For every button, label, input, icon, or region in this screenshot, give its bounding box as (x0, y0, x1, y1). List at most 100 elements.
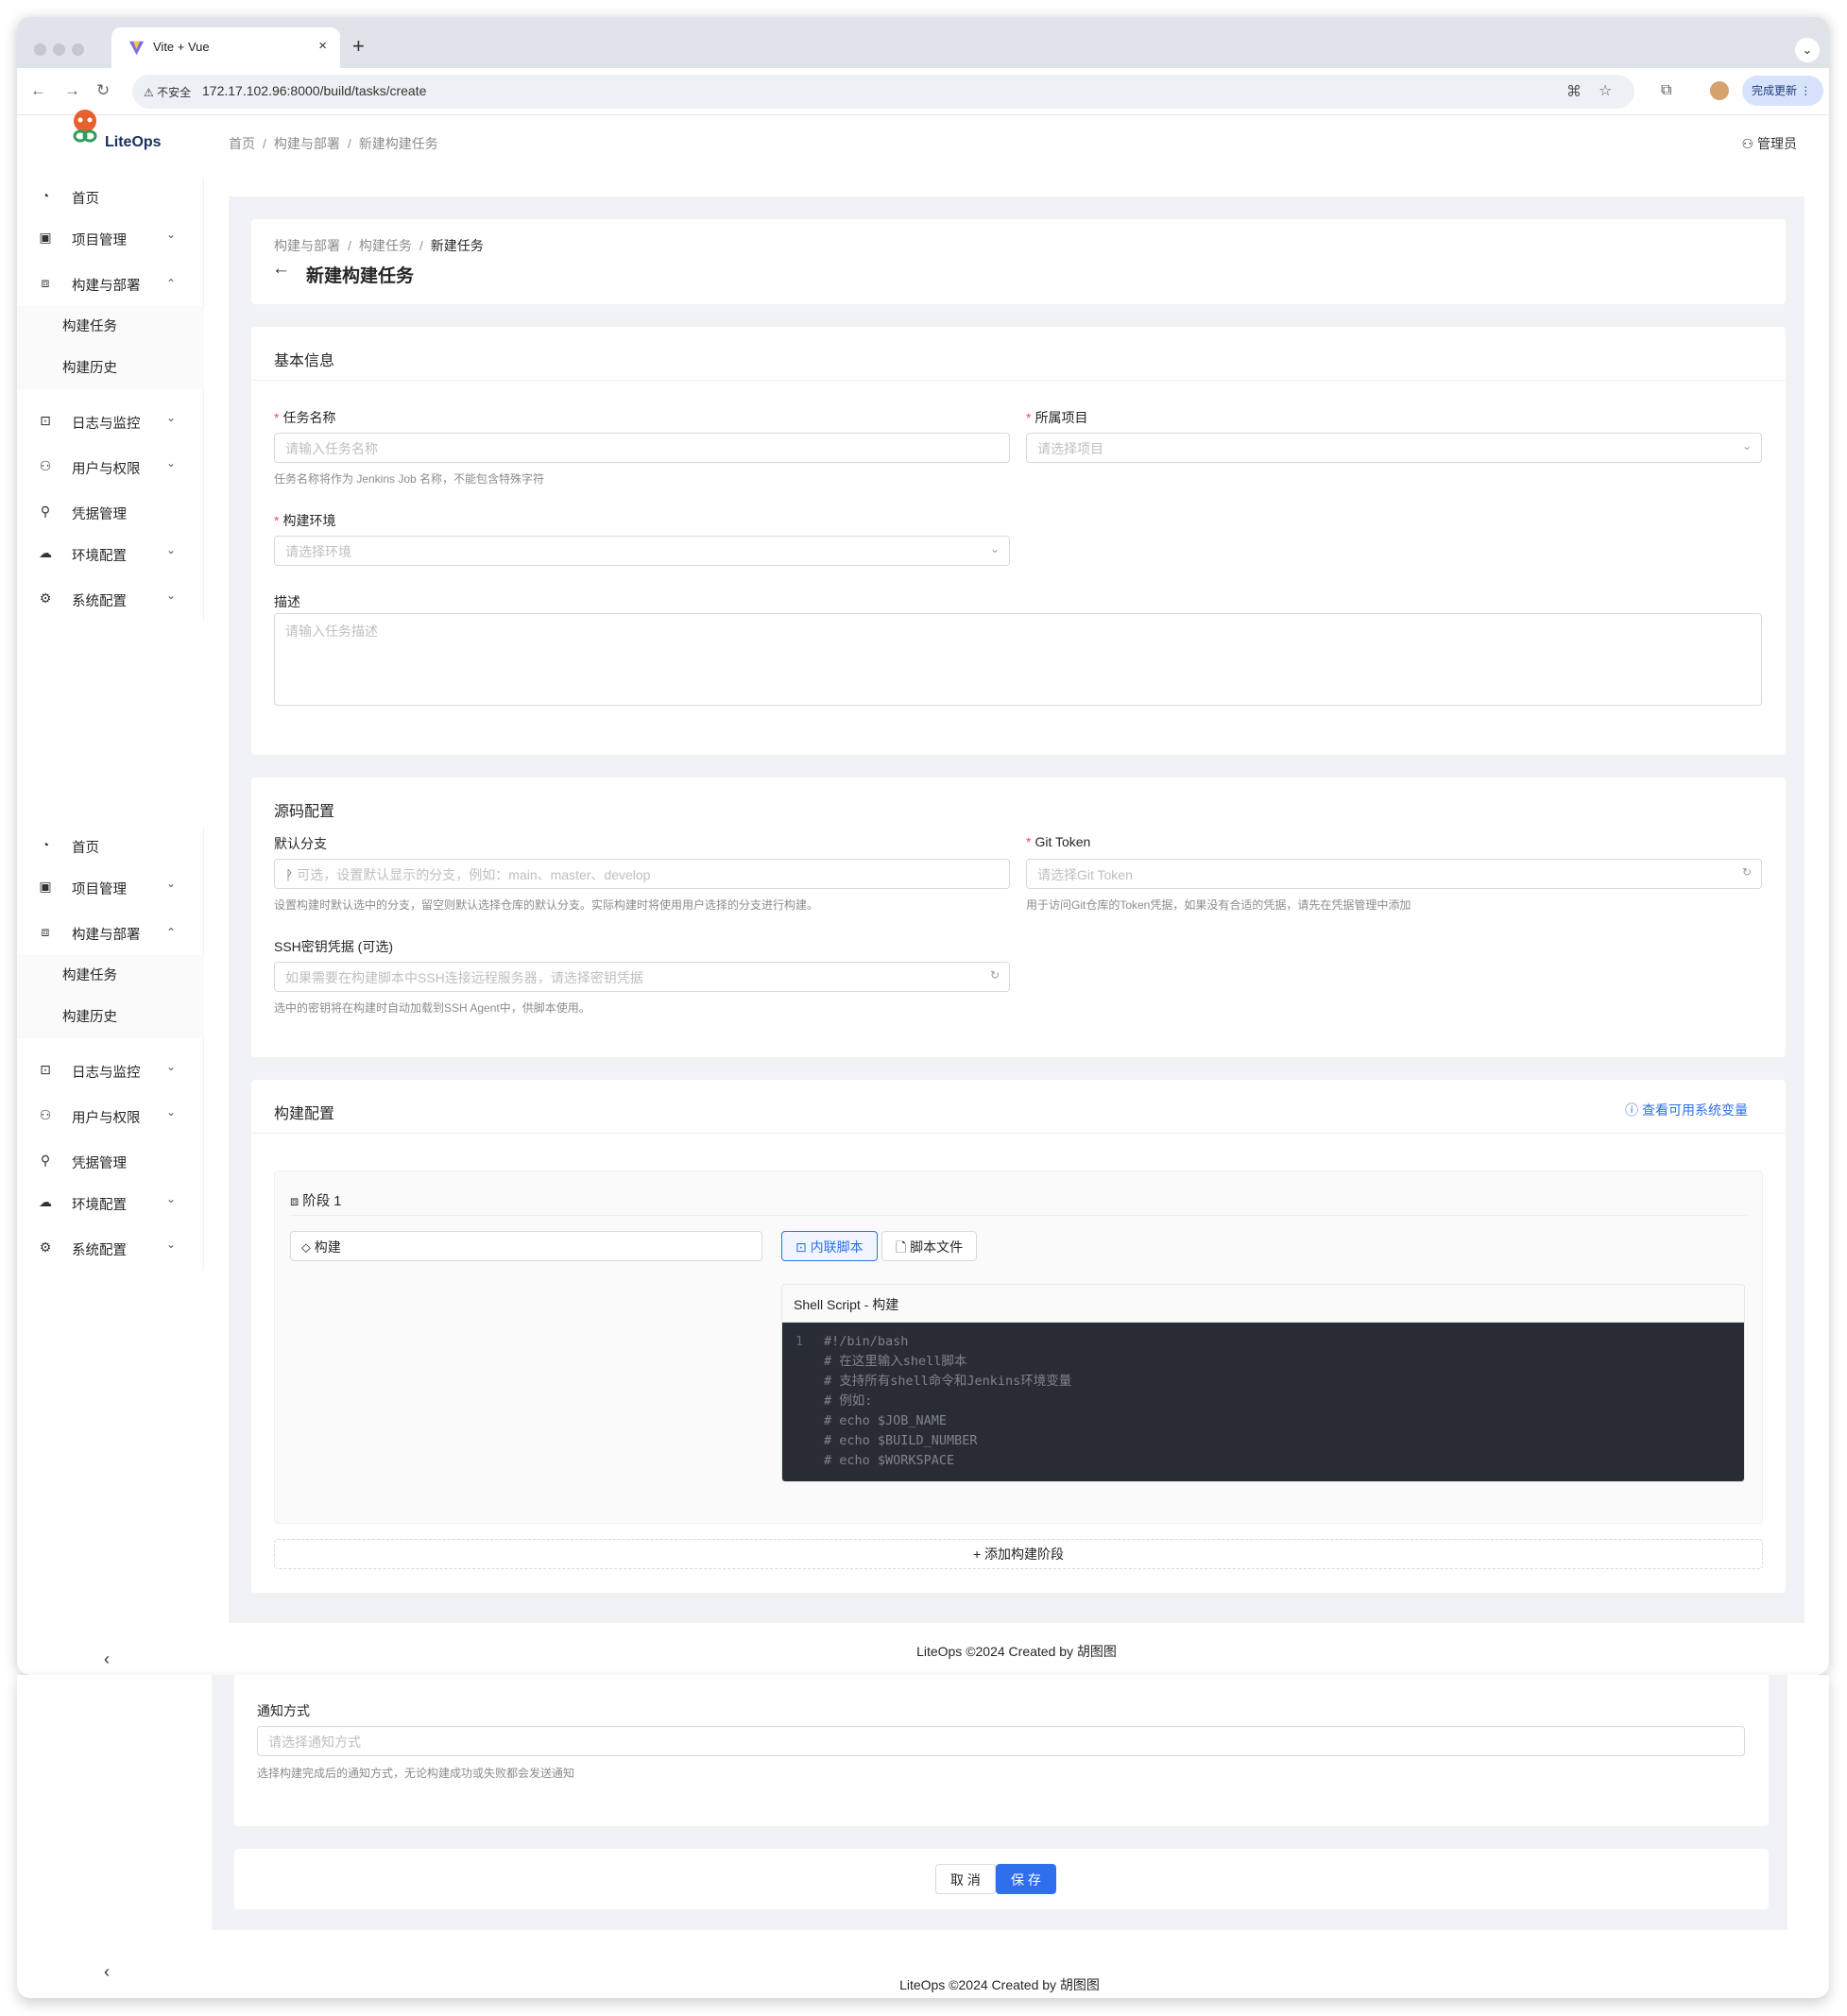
user-menu[interactable]: ⚇ 管理员 (1742, 134, 1797, 153)
tab-search-icon[interactable]: ⌄ (1795, 38, 1820, 62)
code-line: # 支持所有shell命令和Jenkins环境变量 (824, 1374, 1072, 1389)
refresh-icon[interactable]: ↻ (990, 968, 1000, 982)
bookmark-star-icon[interactable]: ☆ (1599, 81, 1612, 100)
back-arrow-icon[interactable]: ← (272, 259, 290, 280)
sidebar-item-environments[interactable]: ☁ 环境配置 ⌄ (17, 535, 204, 572)
script-file-radio[interactable]: 🗋 脚本文件 (881, 1231, 978, 1261)
stage-header: ⧈ 阶段 1 (290, 1194, 342, 1209)
new-tab-button[interactable]: + (352, 34, 365, 59)
project-select[interactable]: 请选择项目 ⌄ (1026, 433, 1762, 463)
plus-icon: + (972, 1546, 985, 1562)
inline-script-radio[interactable]: ⊡ 内联脚本 (781, 1231, 878, 1261)
sidebar-item-build-tasks[interactable]: 构建任务 (62, 965, 117, 984)
cloud-icon: ☁ (39, 545, 52, 560)
branch-icon: ᚹ (285, 867, 298, 882)
sidebar-item-users[interactable]: ⚇ 用户与权限 ⌄ (17, 1097, 204, 1135)
sidebar-item-build-tasks[interactable]: 构建任务 (62, 316, 117, 335)
action-bar: 取 消 保 存 (234, 1849, 1769, 1909)
chevron-down-icon: ⌄ (166, 411, 177, 424)
build-icon: ⧈ (41, 924, 50, 939)
gear-icon: ⚙ (39, 1239, 52, 1255)
sidebar-item-build-history[interactable]: 构建历史 (62, 357, 117, 377)
sidebar-item-credentials[interactable]: ⚲ 凭据管理 (17, 493, 204, 531)
sidebar-item-home[interactable]: ◔ 首页 (17, 178, 204, 215)
script-editor[interactable]: Shell Script - 构建 1 #!/bin/bash # 在这里输入sh… (781, 1284, 1745, 1482)
branch-label: 默认分支 (274, 836, 327, 851)
profile-avatar-icon[interactable] (1710, 81, 1729, 100)
sidebar-item-build-deploy[interactable]: ⧈ 构建与部署 ⌃ (17, 914, 204, 951)
forward-icon[interactable]: → (64, 81, 80, 100)
sidebar-collapse-icon[interactable]: ‹ (104, 1962, 110, 1982)
basic-info-title: 基本信息 (274, 353, 335, 369)
project-label: * 所属项目 (1026, 410, 1088, 425)
url-text[interactable]: 172.17.102.96:8000/build/tasks/create (202, 83, 426, 98)
chevron-down-icon: ⌄ (166, 1238, 177, 1251)
breadcrumb-build-tasks[interactable]: 构建任务 (359, 238, 412, 253)
breadcrumb-build-deploy[interactable]: 构建与部署 (274, 238, 340, 253)
stage-panel: ⧈ 阶段 1 ⬦ 构建 ⊡ 内联脚本 🗋 脚本文件 Shell Script -… (274, 1170, 1763, 1524)
desc-textarea[interactable]: 请输入任务描述 (274, 613, 1762, 706)
gear-icon: ⚙ (39, 590, 52, 606)
refresh-icon[interactable]: ↻ (1742, 865, 1752, 879)
ssh-credential-select[interactable]: 如果需要在构建脚本中SSH连接远程服务器，请选择密钥凭据 ↻ (274, 962, 1010, 992)
branch-help: 设置构建时默认选中的分支，留空则默认选择仓库的默认分支。实际构建时将使用用户选择… (274, 898, 819, 912)
code-area[interactable]: 1 #!/bin/bash # 在这里输入shell脚本 # 支持所有shell命… (782, 1323, 1744, 1481)
chevron-down-icon: ⌄ (166, 228, 177, 241)
basic-info-card: 基本信息 * 任务名称 请输入任务名称 任务名称将作为 Jenkins Job 名… (251, 327, 1786, 755)
sidebar-item-logs[interactable]: ⊡ 日志与监控 ⌄ (17, 1051, 204, 1089)
sidebar-item-build-deploy[interactable]: ⧈ 构建与部署 ⌃ (17, 265, 204, 302)
extensions-icon[interactable]: ⧉ (1661, 82, 1671, 99)
insecure-indicator[interactable]: ⚠ 不安全 (144, 84, 191, 100)
page-title: 新建构建任务 (306, 266, 415, 286)
env-select[interactable]: 请选择环境 ⌄ (274, 536, 1010, 566)
tab-close-icon[interactable]: × (318, 38, 327, 54)
reload-icon[interactable]: ↻ (96, 81, 110, 100)
page-header-card: 构建与部署 / 构建任务 / 新建任务 ← 新建构建任务 (251, 219, 1786, 304)
sidebar-item-projects[interactable]: ▣ 项目管理 ⌄ (17, 868, 204, 906)
translate-icon[interactable]: ⌘ (1566, 82, 1582, 101)
branch-input[interactable]: ᚹ 可选，设置默认显示的分支，例如：main、master、develop (274, 859, 1010, 889)
add-stage-button[interactable]: + 添加构建阶段 (274, 1539, 1763, 1569)
sidebar-item-build-history[interactable]: 构建历史 (62, 1006, 117, 1026)
address-toolbar: ← → ↻ ⚠ 不安全 172.17.102.96:8000/build/tas… (17, 68, 1829, 115)
sidebar-item-logs[interactable]: ⊡ 日志与监控 ⌄ (17, 402, 204, 440)
back-icon[interactable]: ← (30, 81, 46, 100)
sidebar-item-projects[interactable]: ▣ 项目管理 ⌄ (17, 219, 204, 257)
sidebar-item-users[interactable]: ⚇ 用户与权限 ⌄ (17, 448, 204, 486)
chevron-up-icon: ⌃ (166, 926, 177, 939)
chevron-down-icon: ⌄ (1741, 439, 1752, 453)
stage-name-input[interactable]: ⬦ 构建 (290, 1231, 762, 1261)
address-bar[interactable]: ⚠ 不安全 172.17.102.96:8000/build/tasks/cre… (132, 75, 1634, 109)
key-icon: ⚲ (40, 1153, 51, 1168)
close-window-icon[interactable] (34, 43, 46, 56)
git-token-select[interactable]: 请选择Git Token ↻ (1026, 859, 1762, 889)
ssh-help: 选中的密钥将在构建时自动加载到SSH Agent中，供脚本使用。 (274, 1001, 590, 1015)
browser-tab[interactable]: Vite + Vue × (111, 27, 340, 68)
editor-title: Shell Script - 构建 (782, 1285, 1744, 1323)
code-icon: ⊡ (795, 1239, 811, 1255)
breadcrumb-build-deploy[interactable]: 构建与部署 (274, 136, 340, 151)
sidebar-item-home[interactable]: ◔ 首页 (17, 827, 204, 864)
save-button[interactable]: 保 存 (996, 1864, 1056, 1894)
chevron-down-icon: ⌄ (166, 1105, 177, 1119)
chevron-down-icon: ⌄ (166, 543, 177, 556)
build-config-card: 构建配置 ⓘ 查看可用系统变量 ⧈ 阶段 1 ⬦ 构建 ⊡ 内联脚本 🗋 脚本文… (251, 1080, 1786, 1593)
sidebar-item-system[interactable]: ⚙ 系统配置 ⌄ (17, 580, 204, 618)
sidebar-item-environments[interactable]: ☁ 环境配置 ⌄ (17, 1184, 204, 1222)
user-icon: ⚇ (39, 1107, 52, 1122)
notify-select[interactable]: 请选择通知方式 (257, 1726, 1745, 1756)
sidebar-item-system[interactable]: ⚙ 系统配置 ⌄ (17, 1229, 204, 1267)
view-system-vars-link[interactable]: ⓘ 查看可用系统变量 (1625, 1101, 1748, 1119)
breadcrumb-home[interactable]: 首页 (229, 136, 255, 151)
user-name: 管理员 (1757, 136, 1797, 151)
footer-text: LiteOps ©2024 Created by 胡图图 (916, 1644, 1117, 1659)
sidebar-item-credentials[interactable]: ⚲ 凭据管理 (17, 1142, 204, 1180)
cancel-button[interactable]: 取 消 (935, 1864, 996, 1894)
vite-icon (128, 41, 145, 56)
file-icon: 🗋 (896, 1239, 911, 1255)
minimize-window-icon[interactable] (53, 43, 65, 56)
maximize-window-icon[interactable] (72, 43, 84, 56)
sidebar-collapse-icon[interactable]: ‹ (104, 1649, 110, 1669)
task-name-input[interactable]: 请输入任务名称 (274, 433, 1010, 463)
update-button[interactable]: 完成更新 ⋮ (1742, 76, 1823, 106)
